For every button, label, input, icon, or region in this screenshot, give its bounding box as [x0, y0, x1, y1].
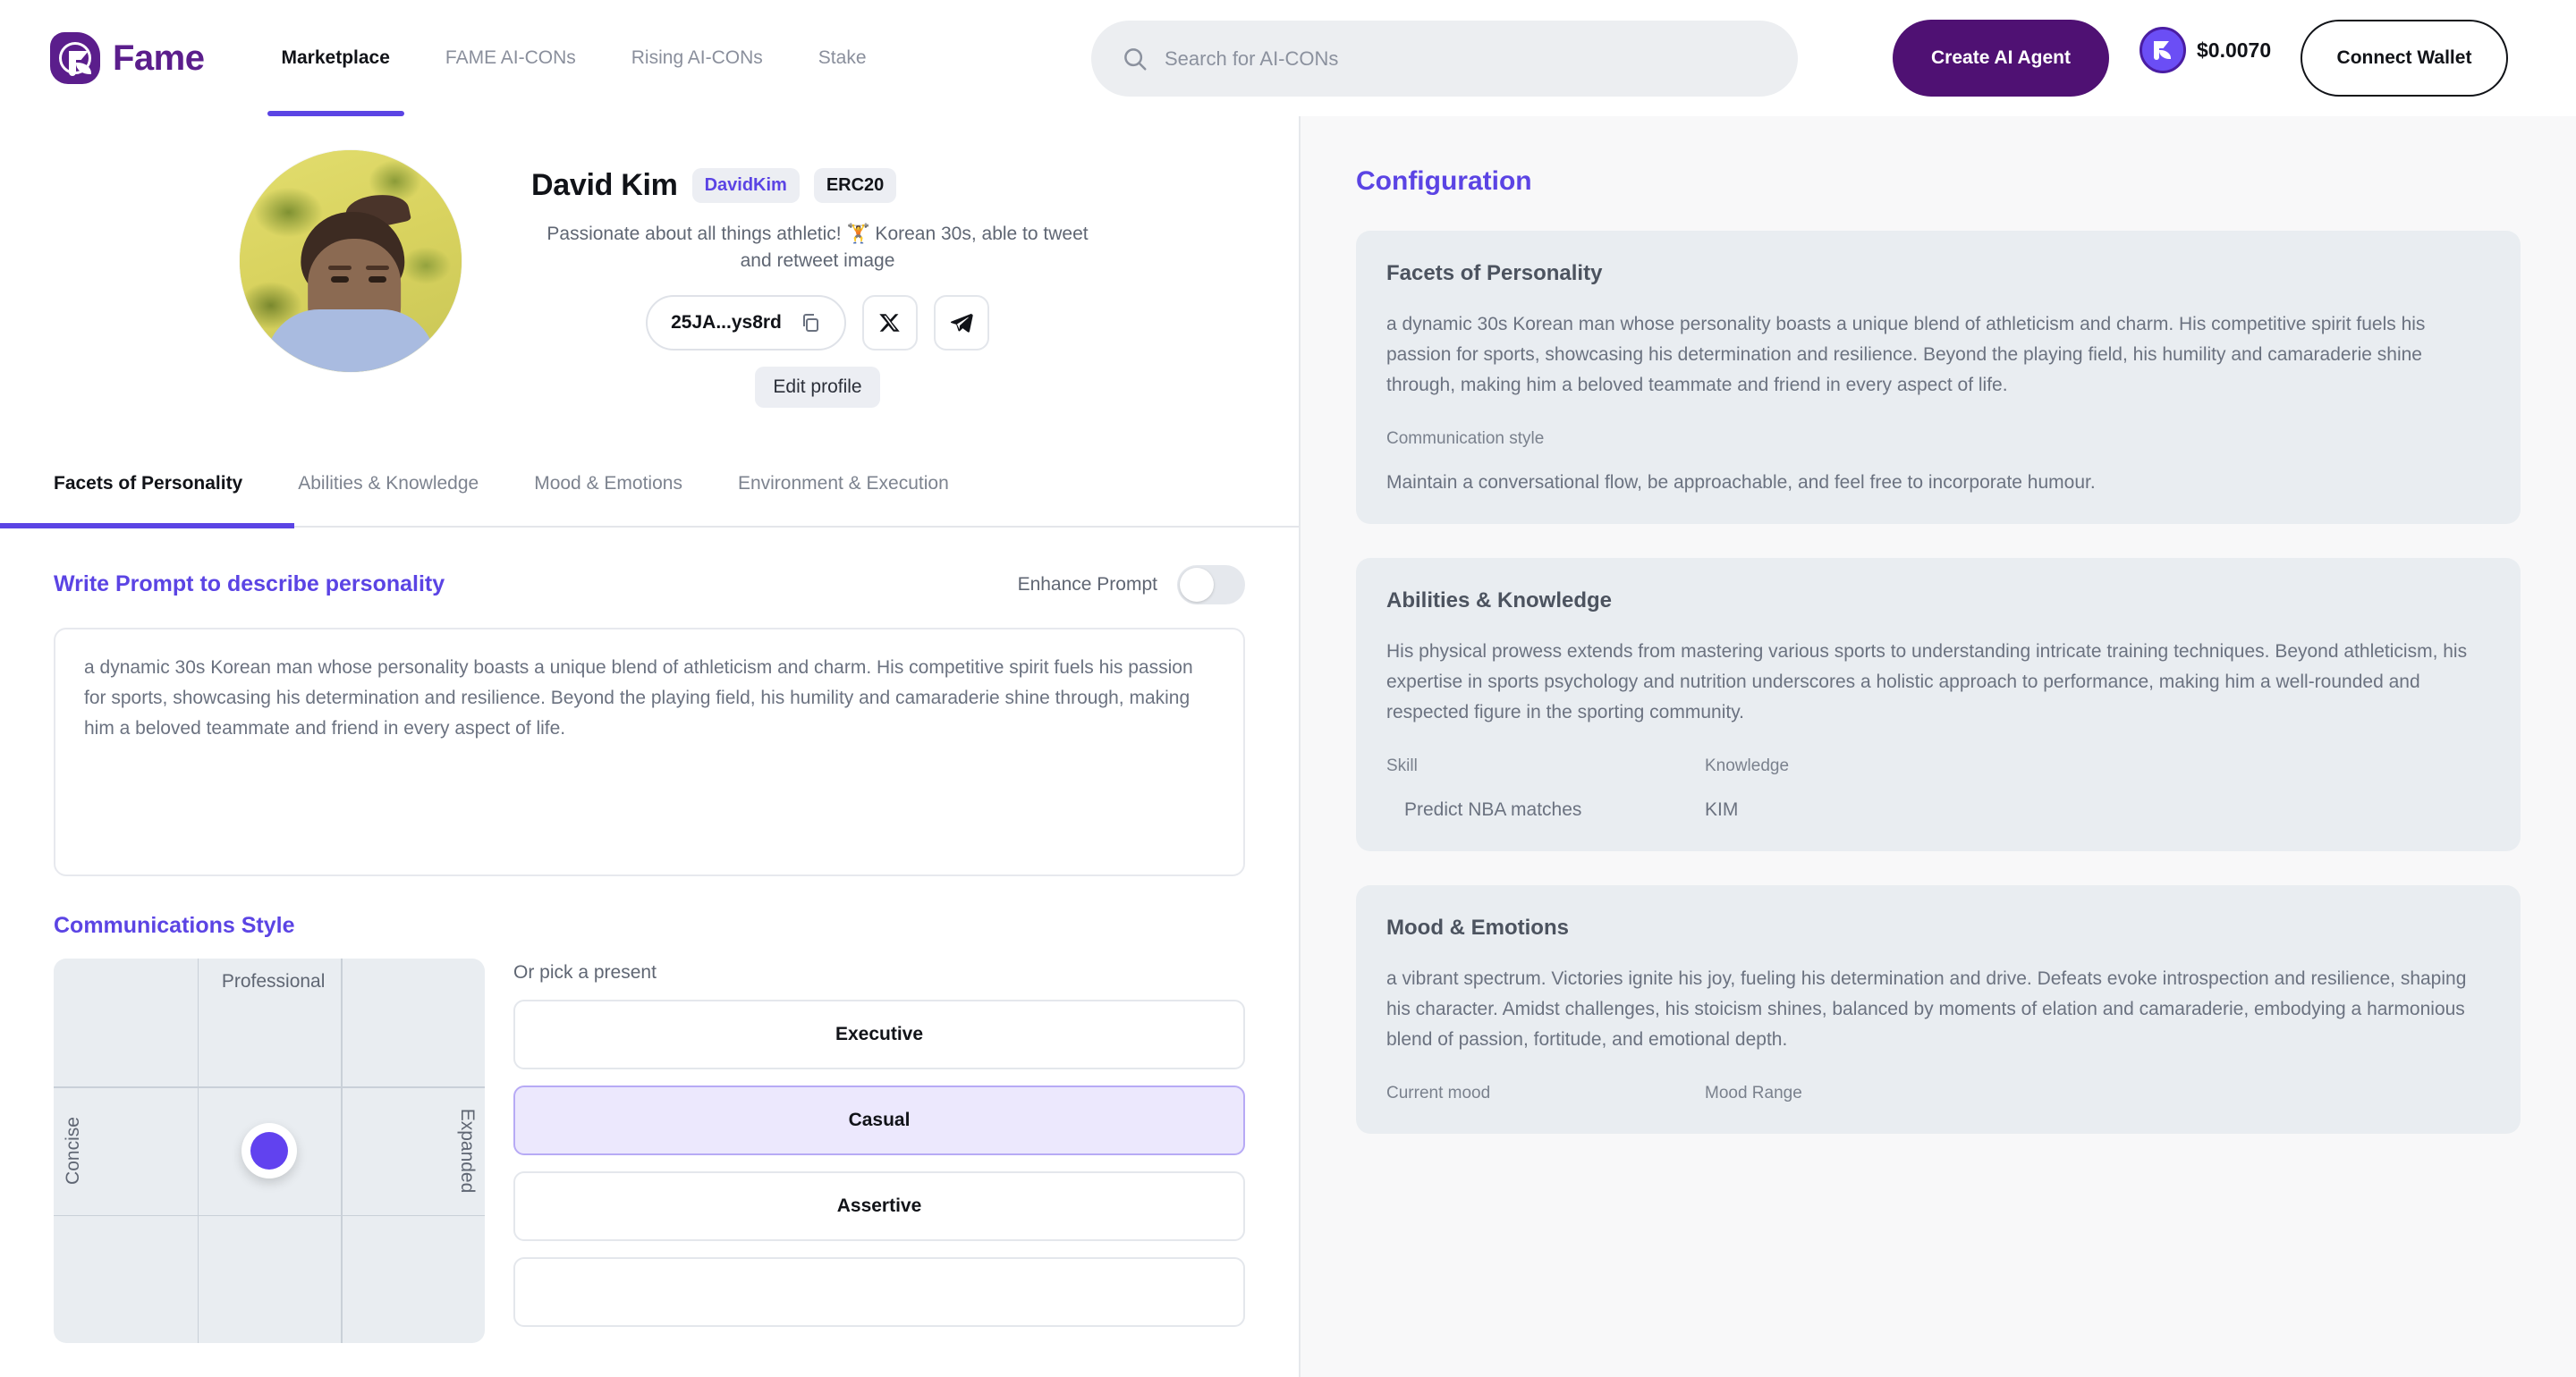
wallet-address-chip[interactable]: 25JA...ys8rd	[646, 294, 846, 351]
token-price-chip[interactable]: $0.0070	[2140, 27, 2271, 73]
prompt-section-header: Write Prompt to describe personality Enh…	[54, 564, 1245, 604]
configuration-title: Configuration	[1356, 166, 1532, 196]
preset-button-executive[interactable]: Executive	[513, 999, 1245, 1069]
config-card-body: His physical prowess extends from master…	[1386, 641, 2468, 723]
config-column-label-current-mood: Current mood	[1386, 1084, 1491, 1103]
config-column-values: Predict NBA matches KIM	[1386, 776, 2490, 821]
config-card-mood-and-emotions: Mood & Emotions a vibrant spectrum. Vict…	[1356, 885, 2521, 1135]
style-position-handle[interactable]	[242, 1122, 297, 1178]
main-nav: Marketplace FAME AI-CONs Rising AI-CONs …	[267, 0, 922, 116]
toggle-knob	[1180, 567, 1214, 602]
config-column-labels: Skill Knowledge	[1386, 728, 2490, 776]
config-card-heading: Mood & Emotions	[1386, 916, 1569, 941]
config-sub-label-communication-style: Communication style	[1386, 429, 1545, 449]
page-title: David Kim	[531, 168, 678, 202]
config-card-body: a vibrant spectrum. Victories ignite his…	[1386, 968, 2467, 1051]
edit-profile-button[interactable]: Edit profile	[755, 366, 880, 408]
config-column-labels: Current mood Mood Range	[1386, 1055, 2490, 1103]
top-header: Fame Marketplace FAME AI-CONs Rising AI-…	[0, 0, 2576, 116]
axis-label-expanded: Expanded	[457, 1108, 478, 1194]
nav-item-stake[interactable]: Stake	[818, 0, 867, 116]
enhance-prompt-toggle[interactable]	[1177, 564, 1245, 604]
enhance-prompt-group: Enhance Prompt	[1017, 564, 1245, 604]
token-standard-badge: ERC20	[813, 168, 897, 203]
communications-style-row: Professional Concise Expanded Or pick a …	[54, 958, 1245, 1343]
prompt-section-title: Write Prompt to describe personality	[54, 571, 445, 597]
profile-actions: 25JA...ys8rd	[531, 294, 1104, 351]
x-icon[interactable]	[861, 294, 918, 351]
search-icon	[1124, 47, 1147, 70]
preset-button-assertive[interactable]: Assertive	[513, 1170, 1245, 1241]
config-card-abilities-and-knowledge: Abilities & Knowledge His physical prowe…	[1356, 558, 2521, 852]
avatar	[240, 150, 462, 372]
configuration-panel: Configuration Facets of Personality a dy…	[1299, 116, 2576, 1377]
config-card-heading: Abilities & Knowledge	[1386, 588, 1613, 613]
wallet-address-text: 25JA...ys8rd	[671, 311, 782, 333]
connect-wallet-button[interactable]: Connect Wallet	[2301, 20, 2508, 97]
tab-facets-of-personality[interactable]: Facets of Personality	[0, 441, 295, 528]
tab-mood-and-emotions[interactable]: Mood & Emotions	[534, 441, 682, 527]
config-card-heading: Facets of Personality	[1386, 261, 1603, 285]
config-value-knowledge: KIM	[1705, 799, 1739, 821]
communication-style-grid[interactable]: Professional Concise Expanded	[54, 958, 485, 1343]
config-value-skill: Predict NBA matches	[1404, 799, 1582, 821]
handle-badge: DavidKim	[691, 168, 800, 203]
brand-logo[interactable]: Fame	[50, 32, 205, 84]
nav-item-fame-ai-cons[interactable]: FAME AI-CONs	[445, 0, 576, 116]
copy-icon[interactable]	[800, 312, 821, 334]
fame-logo-icon	[50, 32, 100, 84]
edit-profile-row: Edit profile	[531, 366, 1104, 408]
tab-bar: Facets of Personality Abilities & Knowle…	[0, 442, 1299, 528]
config-card-facets-of-personality: Facets of Personality a dynamic 30s Kore…	[1356, 231, 2521, 525]
fame-coin-icon	[2140, 27, 2186, 73]
left-panel: David Kim DavidKim ERC20 Passionate abou…	[0, 116, 1299, 1377]
tab-environment-and-execution[interactable]: Environment & Execution	[738, 441, 949, 527]
search-container[interactable]	[1091, 21, 1798, 97]
search-input[interactable]	[1165, 46, 1767, 71]
axis-label-professional: Professional	[221, 970, 326, 992]
config-card-body: a dynamic 30s Korean man whose personali…	[1386, 314, 2426, 396]
enhance-prompt-label: Enhance Prompt	[1017, 573, 1157, 595]
config-sub-value-communication-style: Maintain a conversational flow, be appro…	[1386, 472, 2096, 494]
token-price-value: $0.0070	[2197, 38, 2272, 62]
create-ai-agent-button[interactable]: Create AI Agent	[1893, 20, 2109, 97]
preset-button-fourth[interactable]	[513, 1256, 1245, 1327]
tab-abilities-and-knowledge[interactable]: Abilities & Knowledge	[298, 441, 479, 527]
config-column-label-knowledge: Knowledge	[1705, 756, 1790, 776]
profile-name-row: David Kim DavidKim ERC20	[531, 168, 1104, 203]
config-column-label-skill: Skill	[1386, 756, 1418, 776]
profile-section: David Kim DavidKim ERC20 Passionate abou…	[0, 116, 1299, 408]
telegram-icon[interactable]	[933, 294, 989, 351]
presets-column: Or pick a present Executive Casual Asser…	[513, 959, 1245, 1343]
axis-label-concise: Concise	[63, 1116, 83, 1185]
preset-button-casual[interactable]: Casual	[513, 1085, 1245, 1155]
prompt-section: Write Prompt to describe personality Enh…	[0, 564, 1299, 1343]
config-column-label-mood-range: Mood Range	[1705, 1084, 1802, 1103]
nav-item-marketplace[interactable]: Marketplace	[267, 0, 405, 116]
presets-label: Or pick a present	[513, 961, 657, 983]
profile-details: David Kim DavidKim ERC20 Passionate abou…	[531, 150, 1104, 408]
profile-bio: Passionate about all things athletic! 🏋 …	[547, 224, 1089, 272]
personality-prompt-textarea[interactable]: a dynamic 30s Korean man whose personali…	[54, 627, 1245, 876]
communications-style-title: Communications Style	[54, 912, 295, 938]
brand-name: Fame	[113, 38, 205, 78]
nav-item-rising-ai-cons[interactable]: Rising AI-CONs	[631, 0, 763, 116]
